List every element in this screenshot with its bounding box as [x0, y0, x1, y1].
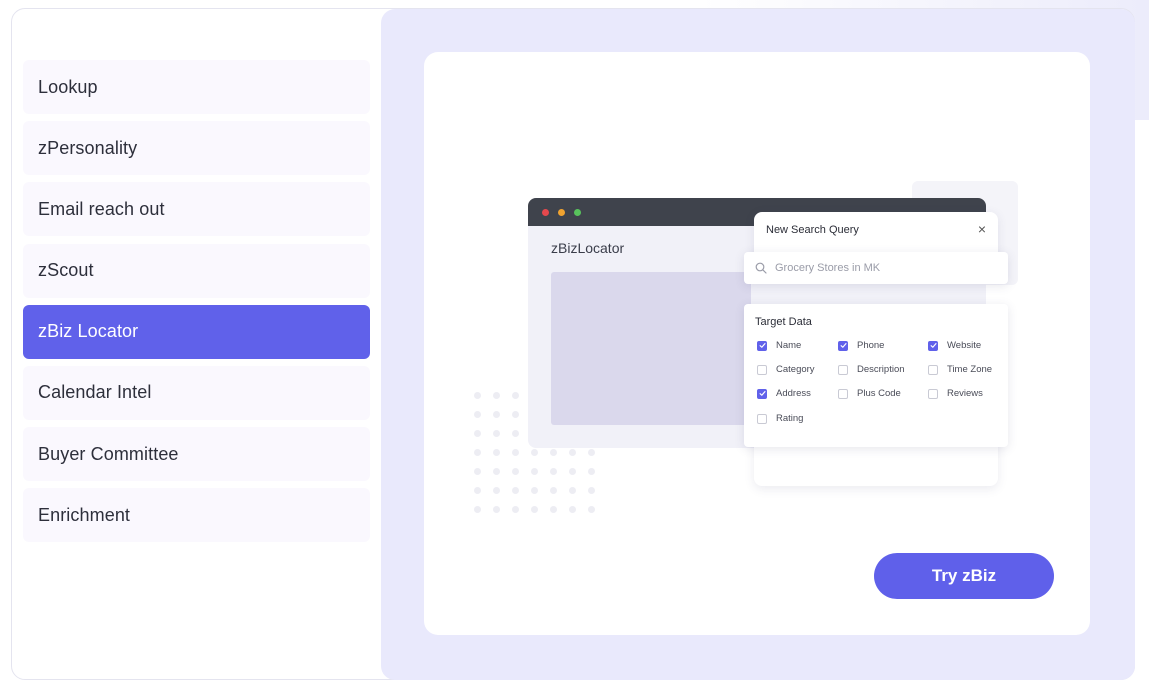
decorative-dot — [550, 468, 557, 475]
target-option-reviews[interactable]: Reviews — [928, 388, 983, 399]
decorative-dot — [474, 430, 481, 437]
decorative-dot — [531, 449, 538, 456]
target-option-time-zone[interactable]: Time Zone — [928, 364, 992, 375]
maximize-dot-icon — [574, 209, 581, 216]
decorative-dot — [493, 487, 500, 494]
decorative-dot — [474, 506, 481, 513]
sidebar-item-label: Lookup — [38, 76, 98, 97]
minimize-dot-icon — [558, 209, 565, 216]
sidebar-item-label: Enrichment — [38, 504, 131, 525]
option-label: Phone — [857, 340, 885, 351]
decorative-dot — [512, 468, 519, 475]
decorative-dot — [531, 468, 538, 475]
checkbox-checked-icon[interactable] — [757, 340, 767, 351]
decorative-dot — [512, 430, 519, 437]
checkbox-unchecked-icon[interactable] — [838, 388, 848, 399]
option-label: Rating — [776, 413, 804, 424]
decorative-dot — [512, 392, 519, 399]
option-label: Reviews — [947, 388, 983, 399]
option-label: Description — [857, 364, 905, 375]
decorative-dot — [493, 411, 500, 418]
modal-title: New Search Query — [766, 224, 859, 236]
decorative-dot — [550, 506, 557, 513]
option-label: Category — [776, 364, 815, 375]
target-option-plus-code[interactable]: Plus Code — [838, 388, 901, 399]
decorative-dot — [569, 449, 576, 456]
try-zbiz-button[interactable]: Try zBiz — [874, 553, 1054, 599]
decorative-dot — [569, 487, 576, 494]
sidebar-item-label: zScout — [38, 260, 94, 281]
decorative-dot — [474, 468, 481, 475]
target-option-website[interactable]: Website — [928, 340, 981, 351]
checkbox-unchecked-icon[interactable] — [838, 364, 848, 375]
sidebar-item-label: Buyer Committee — [38, 443, 179, 464]
decorative-dot — [512, 506, 519, 513]
decorative-dot — [512, 411, 519, 418]
decorative-dot — [512, 449, 519, 456]
decorative-dot — [588, 506, 595, 513]
content-placeholder — [551, 272, 751, 425]
decorative-dot — [569, 506, 576, 513]
target-option-category[interactable]: Category — [757, 364, 815, 375]
checkbox-unchecked-icon[interactable] — [757, 364, 767, 375]
checkbox-unchecked-icon[interactable] — [928, 388, 938, 399]
sidebar-item-label: zBiz Locator — [38, 321, 139, 342]
checkbox-unchecked-icon[interactable] — [928, 364, 938, 375]
target-option-address[interactable]: Address — [757, 388, 811, 399]
target-data-card: Target Data Name Phone Website Category Desc… — [744, 304, 1008, 447]
sidebar-item-zbiz-locator[interactable]: zBiz Locator — [23, 304, 370, 359]
browser-app-title: zBizLocator — [551, 240, 625, 256]
search-input[interactable]: Grocery Stores in MK — [744, 252, 1008, 284]
sidebar-item-enrichment[interactable]: Enrichment — [23, 488, 370, 543]
decorative-dot — [569, 468, 576, 475]
checkbox-unchecked-icon[interactable] — [757, 413, 767, 424]
decorative-dot — [512, 487, 519, 494]
close-icon[interactable]: × — [978, 221, 986, 237]
decorative-dot — [493, 392, 500, 399]
checkbox-checked-icon[interactable] — [838, 340, 848, 351]
option-label: Plus Code — [857, 388, 901, 399]
decorative-dot — [493, 449, 500, 456]
option-label: Website — [947, 340, 982, 351]
target-option-phone[interactable]: Phone — [838, 340, 884, 351]
decorative-dot — [550, 449, 557, 456]
sidebar-item-zpersonality[interactable]: zPersonality — [23, 121, 370, 176]
close-dot-icon — [542, 209, 549, 216]
search-icon — [755, 262, 767, 274]
search-query-text: Grocery Stores in MK — [775, 262, 881, 274]
decorative-dot — [588, 487, 595, 494]
decorative-dot — [588, 468, 595, 475]
sidebar-item-label: zPersonality — [38, 137, 138, 158]
sidebar-item-label: Email reach out — [38, 198, 165, 219]
option-label: Time Zone — [947, 364, 993, 375]
target-option-rating[interactable]: Rating — [757, 413, 803, 424]
option-label: Name — [776, 340, 802, 351]
decorative-dot — [588, 449, 595, 456]
sidebar-item-label: Calendar Intel — [38, 382, 152, 403]
decorative-dot — [493, 430, 500, 437]
decorative-dot — [474, 392, 481, 399]
decorative-dot — [474, 411, 481, 418]
feature-sidebar: Lookup zPersonality Email reach out zSco… — [23, 60, 370, 550]
option-label: Address — [776, 388, 811, 399]
target-option-name[interactable]: Name — [757, 340, 801, 351]
decorative-dot — [474, 487, 481, 494]
sidebar-item-email-reach-out[interactable]: Email reach out — [23, 182, 370, 237]
decorative-dot — [531, 506, 538, 513]
decorative-dot — [550, 487, 557, 494]
decorative-dot — [493, 506, 500, 513]
sidebar-item-buyer-committee[interactable]: Buyer Committee — [23, 427, 370, 482]
sidebar-item-lookup[interactable]: Lookup — [23, 60, 370, 114]
checkbox-checked-icon[interactable] — [757, 388, 767, 399]
sidebar-item-calendar-intel[interactable]: Calendar Intel — [23, 365, 370, 420]
decorative-dot — [474, 449, 481, 456]
target-option-description[interactable]: Description — [838, 364, 905, 375]
decorative-dot — [531, 487, 538, 494]
checkbox-checked-icon[interactable] — [928, 340, 938, 351]
target-data-title: Target Data — [755, 316, 812, 328]
decorative-dot — [493, 468, 500, 475]
sidebar-item-zscout[interactable]: zScout — [23, 243, 370, 298]
